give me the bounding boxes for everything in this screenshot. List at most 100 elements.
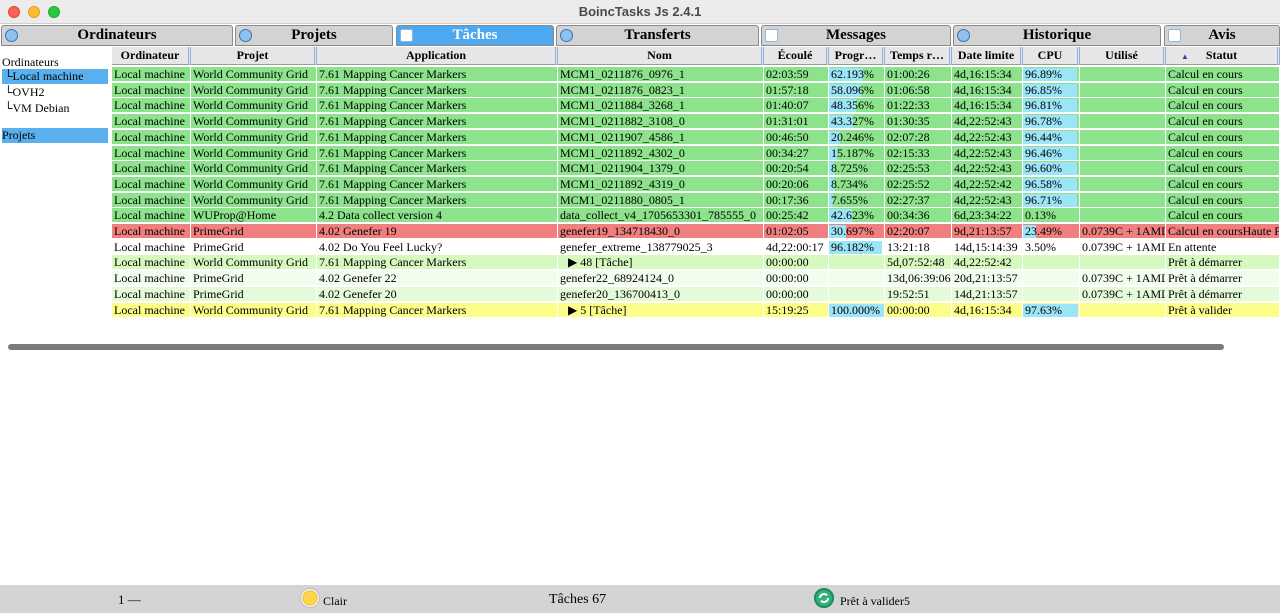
table-row[interactable]: Local machine World Community Grid 7.61 Ma… xyxy=(112,192,1280,208)
column-header-cpu[interactable]: CPU xyxy=(1023,47,1080,65)
theme-label[interactable]: Clair xyxy=(323,594,347,609)
column-header-elapsed[interactable]: Écoulé xyxy=(764,47,829,65)
column-header-remaining[interactable]: Temps r… xyxy=(885,47,952,65)
cell-elapsed: 01:57:18 xyxy=(764,82,829,98)
ready-to-report-label[interactable]: Prêt à valider5 xyxy=(840,594,910,609)
cell-project: World Community Grid xyxy=(191,192,317,208)
cell-text: 4d,22:52:42 xyxy=(954,255,1012,270)
tab-avis[interactable]: Avis xyxy=(1164,25,1280,46)
tab-ordinateurs[interactable]: Ordinateurs xyxy=(1,25,233,46)
tab-messages[interactable]: Messages xyxy=(761,25,951,46)
table-row[interactable]: Local machine World Community Grid 7.61 Ma… xyxy=(112,114,1280,130)
tab-transferts[interactable]: Transferts xyxy=(556,25,759,46)
column-header-computer[interactable]: Ordinateur xyxy=(112,47,191,65)
table-row[interactable]: Local machine World Community Grid 7.61 Ma… xyxy=(112,67,1280,82)
sidebar-item-local-machine[interactable]: └Local machine xyxy=(2,69,108,84)
column-header-progress[interactable]: Progr… xyxy=(829,47,885,65)
cell-status: Calcul en cours xyxy=(1166,98,1280,114)
column-header-project[interactable]: Projet xyxy=(191,47,317,65)
cell-remaining: 13d,06:39:06 xyxy=(885,271,952,287)
cell-application: 7.61 Mapping Cancer Markers xyxy=(317,114,558,130)
horizontal-scrollbar[interactable] xyxy=(8,344,1224,350)
cell-text: MCM1_0211884_3268_1 xyxy=(560,98,685,113)
cell-text: World Community Grid xyxy=(193,98,309,113)
cell-text: 00:00:00 xyxy=(766,271,809,286)
tab-projets[interactable]: Projets xyxy=(235,25,393,46)
column-header-label: Application xyxy=(405,48,466,62)
table-row[interactable]: Local machine World Community Grid 7.61 Ma… xyxy=(112,145,1280,161)
cell-text: World Community Grid xyxy=(193,145,309,160)
cell-elapsed: 00:20:06 xyxy=(764,176,829,192)
table-row[interactable]: Local machine World Community Grid 7.61 Ma… xyxy=(112,98,1280,114)
sidebar-projects-header[interactable]: Projets xyxy=(2,128,108,143)
cell-text: 43.327% xyxy=(831,114,874,129)
cell-application: 4.02 Do You Feel Lucky? xyxy=(317,239,558,255)
cell-elapsed: 00:25:42 xyxy=(764,208,829,224)
cell-text: 00:20:06 xyxy=(766,176,809,191)
table-row[interactable]: Local machine World Community Grid 7.61 Ma… xyxy=(112,176,1280,192)
sun-icon[interactable] xyxy=(300,588,320,608)
cell-project: World Community Grid xyxy=(191,98,317,114)
table-row[interactable]: Local machine PrimeGrid 4.02 Genefer 19 gen… xyxy=(112,224,1280,239)
cell-text: data_collect_v4_1705653301_785555_0 xyxy=(560,208,756,223)
table-row[interactable]: Local machine World Community Grid 7.61 Ma… xyxy=(112,302,1280,318)
cell-application: 7.61 Mapping Cancer Markers xyxy=(317,161,558,177)
cell-name: MCM1_0211876_0823_1 xyxy=(558,82,764,98)
cell-computer: Local machine xyxy=(112,302,191,318)
column-header-label: Temps r… xyxy=(890,48,944,62)
column-header-deadline[interactable]: Date limite xyxy=(952,47,1023,65)
cell-text: World Community Grid xyxy=(193,255,309,270)
cell-elapsed: 4d,22:00:17 xyxy=(764,239,829,255)
cell-text: 00:34:27 xyxy=(766,145,809,160)
cell-text: WUProp@Home xyxy=(193,208,277,223)
table-row[interactable]: Local machine PrimeGrid 4.02 Genefer 22 gen… xyxy=(112,271,1280,287)
column-header-status[interactable]: Statut ▲ xyxy=(1166,47,1280,65)
cell-text: 0.0739C + 1AMD xyxy=(1082,224,1166,238)
cell-text: 62.193% xyxy=(831,67,874,81)
cell-text: 00:34:36 xyxy=(887,208,930,223)
cell-text: Prêt à démarrer xyxy=(1168,286,1242,301)
table-row[interactable]: Local machine World Community Grid 7.61 Ma… xyxy=(112,129,1280,145)
cell-status: Calcul en cours xyxy=(1166,67,1280,82)
column-header-name[interactable]: Nom xyxy=(558,47,764,65)
cell-computer: Local machine xyxy=(112,286,191,302)
cell-elapsed: 00:20:54 xyxy=(764,161,829,177)
table-row[interactable]: Local machine World Community Grid 7.61 Ma… xyxy=(112,255,1280,271)
cell-text: Local machine xyxy=(114,208,185,223)
cell-text: Calcul en cours xyxy=(1168,114,1243,129)
refresh-icon[interactable] xyxy=(814,588,834,608)
table-row[interactable]: Local machine World Community Grid 7.61 Ma… xyxy=(112,161,1280,177)
tab-label: Tâches xyxy=(452,27,498,43)
table-row[interactable]: Local machine PrimeGrid 4.02 Genefer 20 gen… xyxy=(112,286,1280,302)
column-header-label: Nom xyxy=(647,48,672,62)
column-header-application[interactable]: Application xyxy=(317,47,558,65)
cell-application: 7.61 Mapping Cancer Markers xyxy=(317,192,558,208)
table-row[interactable]: Local machine PrimeGrid 4.02 Do You Feel L… xyxy=(112,239,1280,255)
cell-text: 00:00:00 xyxy=(766,255,809,270)
cell-status: Calcul en cours xyxy=(1166,208,1280,224)
cell-name: genefer_extreme_138779025_3 xyxy=(558,239,764,255)
sidebar-item-ovh2[interactable]: └OVH2 xyxy=(2,85,108,100)
cell-elapsed: 00:00:00 xyxy=(764,271,829,287)
tab-historique[interactable]: Historique xyxy=(953,25,1161,46)
cell-application: 4.02 Genefer 20 xyxy=(317,286,558,302)
column-header-used[interactable]: Utilisé xyxy=(1080,47,1166,65)
cell-text: 00:00:00 xyxy=(766,286,809,301)
cell-text: 4.02 Do You Feel Lucky? xyxy=(319,239,443,254)
table-row[interactable]: Local machine WUProp@Home 4.2 Data collect… xyxy=(112,208,1280,224)
cell-text: 02:15:33 xyxy=(887,145,930,160)
tab-label: Projets xyxy=(291,27,337,43)
cell-computer: Local machine xyxy=(112,255,191,271)
cell-text: World Community Grid xyxy=(193,67,309,81)
cell-remaining: 02:25:52 xyxy=(885,176,952,192)
cell-used xyxy=(1080,176,1166,192)
sidebar-item-vm-debian[interactable]: └VM Debian xyxy=(2,101,108,116)
cell-elapsed: 02:03:59 xyxy=(764,67,829,82)
transfer-icon xyxy=(560,29,573,42)
sidebar-computers-header[interactable]: Ordinateurs xyxy=(2,55,59,70)
tab-taches[interactable]: Tâches xyxy=(396,25,554,46)
table-row[interactable]: Local machine World Community Grid 7.61 Ma… xyxy=(112,82,1280,98)
cell-project: World Community Grid xyxy=(191,145,317,161)
cell-text: Local machine xyxy=(114,271,185,286)
cell-computer: Local machine xyxy=(112,161,191,177)
